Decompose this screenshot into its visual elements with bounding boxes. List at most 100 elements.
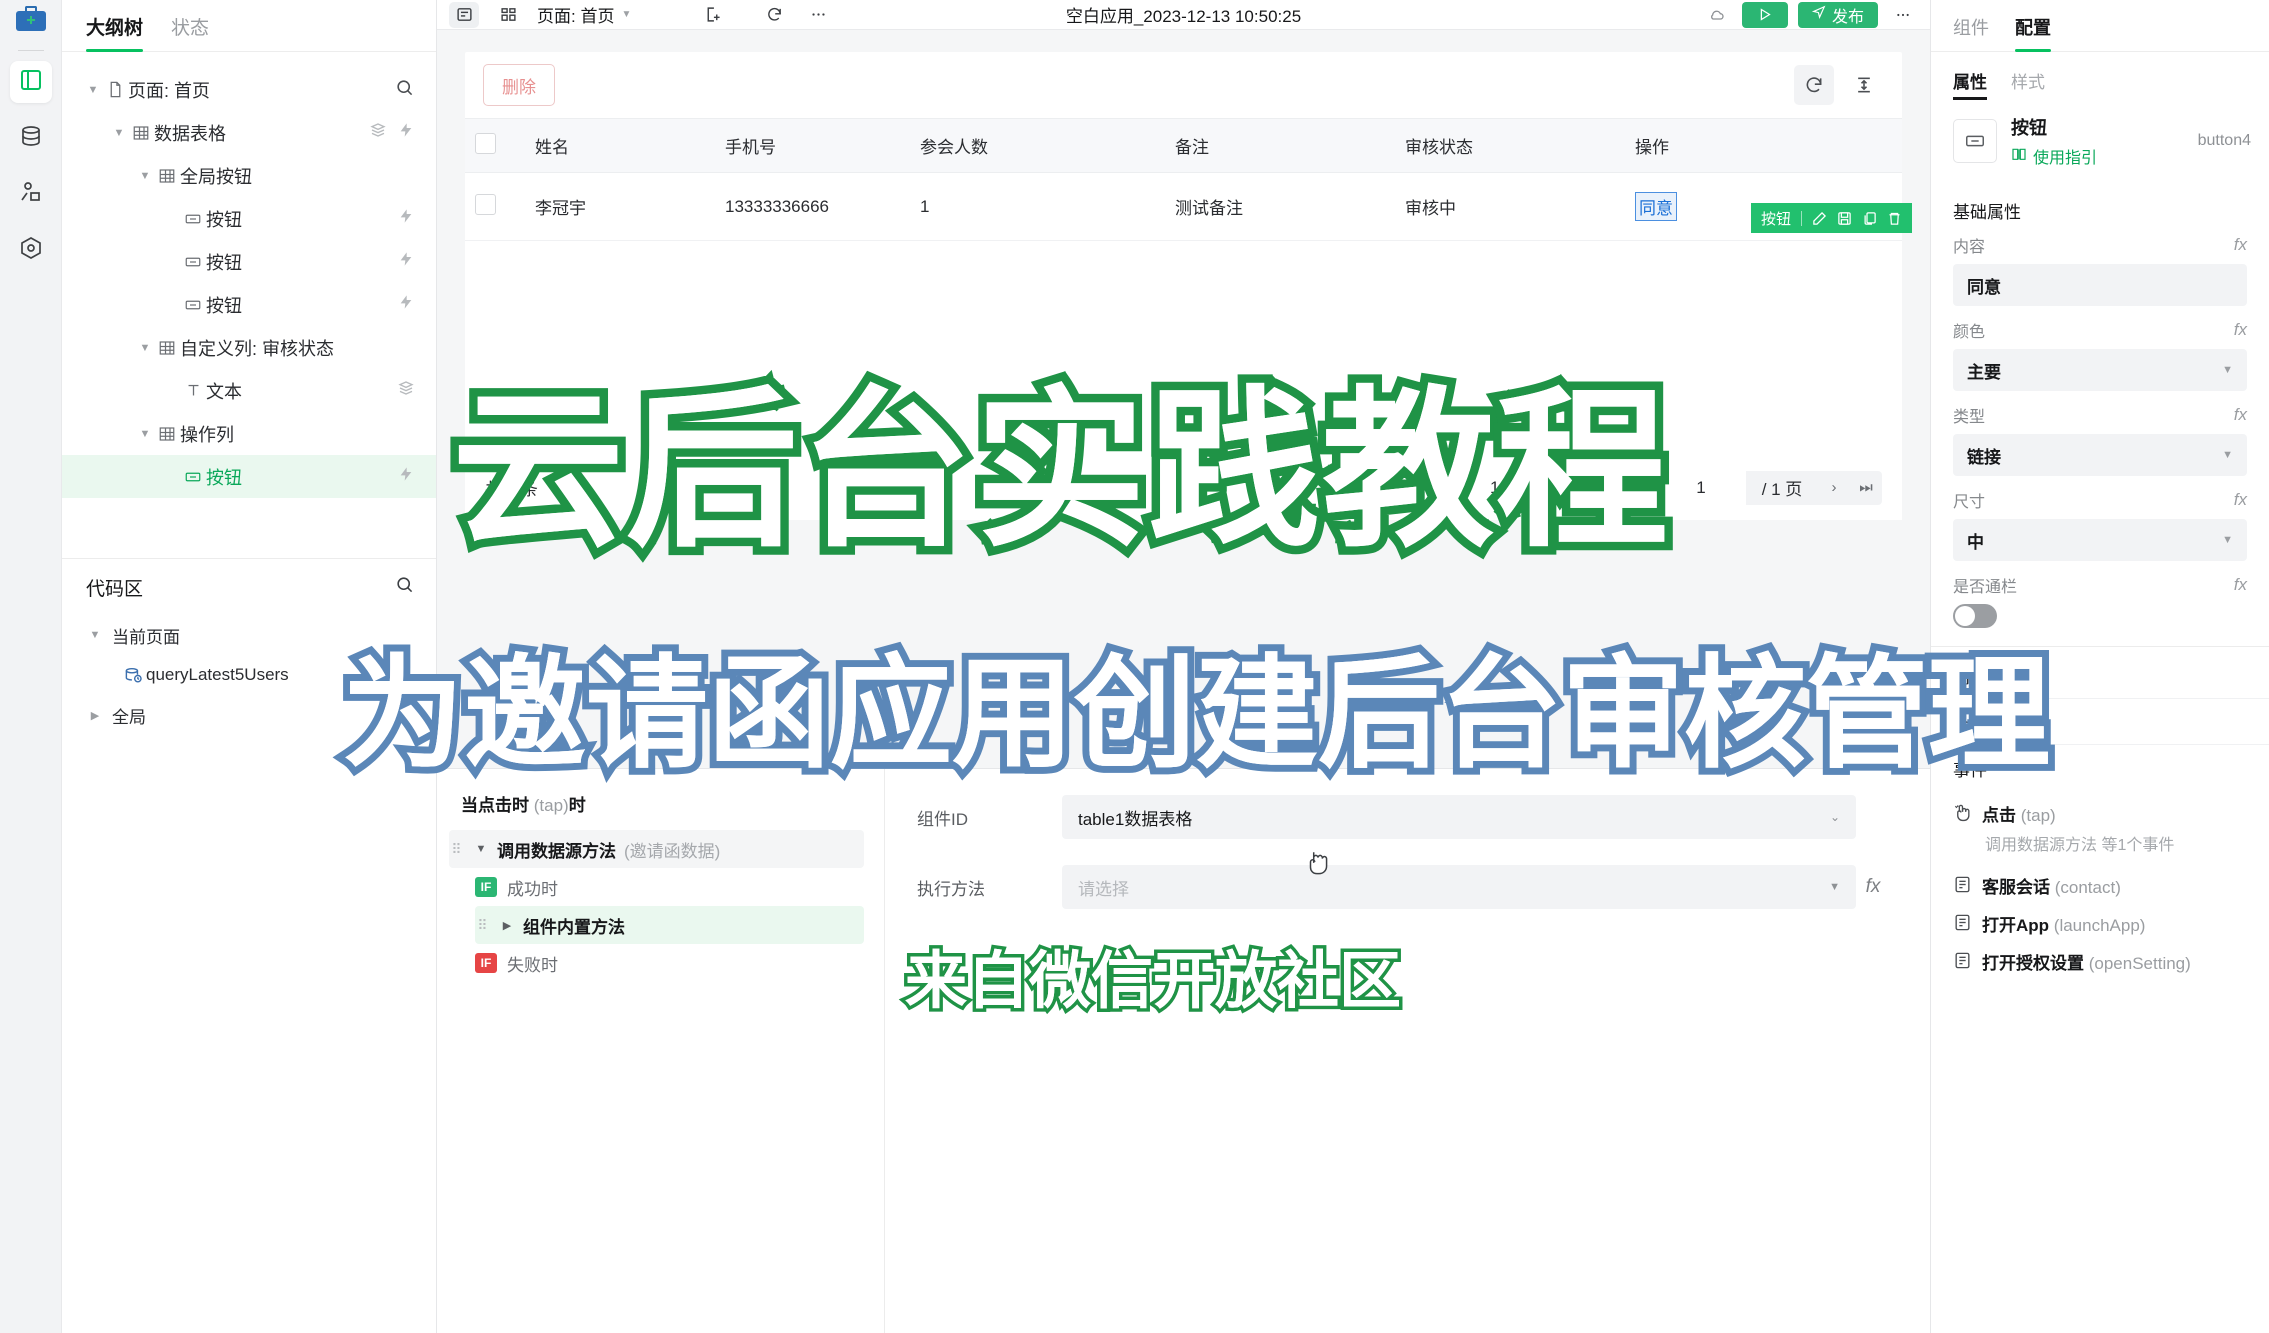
subtab-styles[interactable]: 样式: [2011, 68, 2045, 100]
event-icon[interactable]: [398, 466, 414, 487]
refresh-icon[interactable]: [759, 2, 789, 28]
delete-button[interactable]: 删除: [483, 64, 555, 106]
size-select[interactable]: 中 ▼: [1953, 519, 2247, 561]
fx-button[interactable]: fx: [1856, 876, 1890, 898]
cloud-icon[interactable]: [1702, 2, 1732, 28]
event-icon[interactable]: [398, 208, 414, 229]
event-icon[interactable]: [398, 294, 414, 315]
delete-icon[interactable]: [1887, 211, 1902, 226]
event-item-tap[interactable]: 点击 (tap): [1931, 791, 2269, 829]
tab-state[interactable]: 状态: [171, 13, 209, 51]
table-row[interactable]: 李冠宇 13333336666 1 测试备注 审核中 同意 按钮: [465, 172, 1912, 241]
tab-outline-tree[interactable]: 大纲树: [86, 13, 144, 52]
fx-button[interactable]: fx: [2234, 490, 2247, 510]
event-node-call-datasource[interactable]: ⠿ ▼ 调用数据源方法 (邀请函数据): [449, 830, 864, 868]
current-page-input[interactable]: 1: [1656, 470, 1746, 505]
page-selector[interactable]: 页面: 首页 ▼: [537, 2, 631, 27]
tree-item-global-buttons[interactable]: ▼ 全局按钮: [62, 154, 436, 197]
component-id-select[interactable]: table1数据表格 ⌄: [1062, 795, 1856, 839]
rail-item-settings[interactable]: [10, 229, 52, 271]
chevron-down-icon[interactable]: ▼: [473, 843, 489, 855]
fx-button[interactable]: fx: [2234, 320, 2247, 340]
column-header-action[interactable]: 操作: [1625, 118, 1902, 173]
tab-components[interactable]: 组件: [1953, 14, 1989, 51]
tree-item-action-column[interactable]: ▼ 操作列: [62, 412, 436, 455]
tree-item-button-1[interactable]: ▼ 按钮: [62, 197, 436, 240]
fx-button[interactable]: fx: [2234, 235, 2247, 255]
preview-button[interactable]: [1741, 1, 1788, 28]
section-conditional-display[interactable]: 条件展示: [1931, 699, 2269, 745]
outline-panel-icon[interactable]: [449, 1, 479, 28]
fx-button[interactable]: fx: [2234, 575, 2247, 595]
next-page-icon[interactable]: ›: [1818, 471, 1850, 505]
row-checkbox[interactable]: [475, 193, 496, 215]
column-header-phone[interactable]: 手机号: [715, 118, 910, 173]
color-select[interactable]: 主要 ▼: [1953, 349, 2247, 391]
tree-item-button-selected[interactable]: ▼ 按钮: [62, 455, 436, 498]
content-input[interactable]: 同意: [1953, 264, 2247, 306]
chevron-down-icon[interactable]: ▼: [136, 342, 154, 354]
row-height-icon[interactable]: [1844, 65, 1884, 105]
publish-button[interactable]: 发布: [1797, 1, 1878, 28]
event-node-builtin-method[interactable]: ⠿ ▶ 组件内置方法: [475, 906, 864, 944]
data-icon[interactable]: [370, 122, 386, 143]
chevron-right-icon[interactable]: ▶: [86, 709, 104, 722]
save-icon[interactable]: [1837, 211, 1852, 226]
more-icon[interactable]: [1888, 2, 1918, 28]
event-item-launch-app[interactable]: 打开App (launchApp): [1931, 901, 2269, 939]
subtab-properties[interactable]: 属性: [1953, 68, 1987, 100]
rail-item-users[interactable]: [10, 173, 52, 215]
drag-handle-icon[interactable]: ⠿: [449, 841, 465, 858]
event-item-open-setting[interactable]: 打开授权设置 (openSetting): [1931, 939, 2269, 977]
table-refresh-icon[interactable]: [1794, 65, 1834, 105]
chevron-down-icon[interactable]: ▼: [84, 84, 102, 96]
code-item-current-page[interactable]: ▼ 当前页面: [62, 615, 436, 655]
column-header-status[interactable]: 审核状态: [1395, 118, 1625, 173]
event-item-contact[interactable]: 客服会话 (contact): [1931, 863, 2269, 901]
drag-handle-icon[interactable]: ⠿: [475, 917, 491, 934]
chevron-down-icon[interactable]: ▼: [136, 170, 154, 182]
search-icon[interactable]: [395, 575, 414, 600]
tree-item-button-3[interactable]: ▼ 按钮: [62, 283, 436, 326]
column-header-name[interactable]: 姓名: [525, 118, 715, 173]
component-panel-icon[interactable]: [493, 2, 523, 28]
usage-guide-link[interactable]: 使用指引: [2011, 144, 2097, 168]
code-item-global[interactable]: ▶ 全局: [62, 695, 436, 735]
chevron-right-icon[interactable]: ▶: [499, 919, 515, 932]
code-item-query[interactable]: queryLatest5Users: [62, 655, 436, 695]
fx-button[interactable]: fx: [2234, 405, 2247, 425]
column-header-attendees[interactable]: 参会人数: [910, 118, 1165, 173]
select-all-checkbox[interactable]: [475, 132, 496, 154]
rail-item-pages[interactable]: [9, 61, 52, 103]
approve-button[interactable]: 同意: [1635, 192, 1677, 221]
chevron-down-icon[interactable]: ▼: [86, 629, 104, 641]
data-icon[interactable]: [398, 380, 414, 401]
copy-icon[interactable]: [1862, 211, 1877, 226]
pages-icon: [19, 68, 43, 97]
rail-item-database[interactable]: [10, 117, 52, 159]
tab-config[interactable]: 配置: [2015, 14, 2051, 52]
search-icon[interactable]: [395, 78, 414, 102]
page-size-selector[interactable]: 10 ▼: [1490, 478, 1524, 498]
more-icon[interactable]: [803, 2, 833, 28]
tree-item-data-table[interactable]: ▼ 数据表格: [62, 111, 436, 154]
column-header-remark[interactable]: 备注: [1165, 118, 1395, 173]
method-select[interactable]: 请选择 ▼: [1062, 865, 1856, 909]
event-icon[interactable]: [398, 122, 414, 143]
last-page-icon[interactable]: ⏭: [1850, 471, 1882, 505]
section-advanced-properties[interactable]: 高级属性: [1931, 653, 2269, 699]
first-page-icon[interactable]: ⏮: [1592, 471, 1624, 505]
section-events[interactable]: 事件: [1931, 745, 2269, 791]
edit-icon[interactable]: [1812, 211, 1827, 226]
fullwidth-toggle[interactable]: [1953, 604, 1997, 628]
event-icon[interactable]: [398, 251, 414, 272]
add-page-icon[interactable]: [697, 2, 727, 28]
tree-item-button-2[interactable]: ▼ 按钮: [62, 240, 436, 283]
type-select[interactable]: 链接 ▼: [1953, 434, 2247, 476]
tree-item-custom-column[interactable]: ▼ 自定义列: 审核状态: [62, 326, 436, 369]
tree-item-text[interactable]: ▼ 文本: [62, 369, 436, 412]
chevron-down-icon[interactable]: ▼: [136, 428, 154, 440]
prev-page-icon[interactable]: ‹: [1624, 471, 1656, 505]
chevron-down-icon[interactable]: ▼: [110, 127, 128, 139]
tree-item-page[interactable]: ▼ 页面: 首页: [62, 68, 436, 111]
